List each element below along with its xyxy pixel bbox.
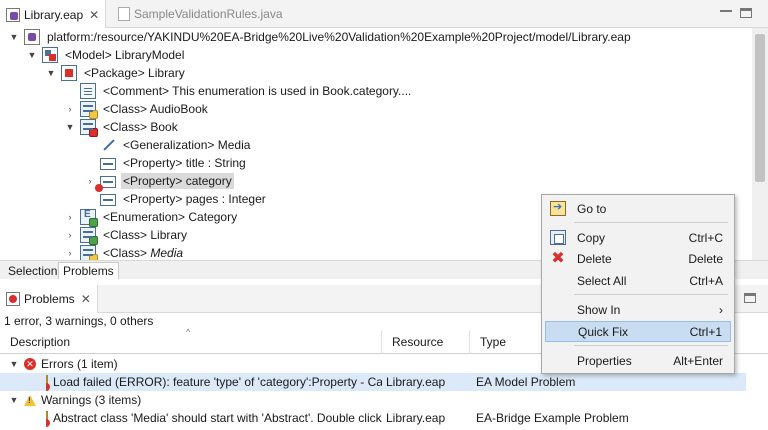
class-error-icon — [80, 119, 98, 137]
warning-icon — [24, 394, 36, 406]
generalization-icon — [100, 137, 116, 153]
chevron-down-icon[interactable]: ▼ — [8, 358, 20, 370]
class-keyword: <Class> — [103, 246, 148, 260]
class-icon — [80, 227, 98, 245]
goto-icon — [550, 200, 566, 216]
column-resource[interactable]: Resource — [382, 330, 470, 354]
editor-tab-validation-rules[interactable]: SampleValidationRules.java — [112, 0, 289, 28]
model-file-icon — [6, 7, 20, 22]
editor-tab-label: SampleValidationRules.java — [134, 7, 283, 21]
java-file-icon — [118, 7, 130, 21]
tree-item-property-title[interactable]: <Property> title : String — [100, 154, 248, 172]
resource-icon — [24, 29, 40, 45]
menu-item-copy[interactable]: Copy Ctrl+C — [545, 227, 731, 248]
class-name: Media — [150, 246, 184, 260]
comment-icon — [80, 83, 96, 99]
property-icon — [100, 194, 116, 206]
menu-separator — [574, 294, 728, 295]
tree-item-class-audiobook[interactable]: › <Class> AudioBook — [64, 100, 210, 119]
problem-marker-icon — [46, 411, 50, 427]
menu-separator — [574, 345, 728, 346]
scrollbar-thumb[interactable] — [755, 34, 765, 182]
tree-item-property-category[interactable]: › <Property> category — [84, 172, 234, 192]
menu-item-select-all[interactable]: Select All Ctrl+A — [545, 270, 731, 291]
chevron-right-icon: › — [719, 302, 723, 317]
tree-item-class-media[interactable]: › <Class> Media — [64, 244, 185, 260]
package-icon — [61, 65, 77, 81]
menu-item-goto[interactable]: Go to — [545, 198, 731, 219]
menu-item-properties[interactable]: Properties Alt+Enter — [545, 350, 731, 371]
editor-tab-bar: Library.eap ✕ SampleValidationRules.java — [0, 0, 768, 29]
tab-problems[interactable]: Problems — [58, 262, 119, 279]
sort-ascending-icon: ^ — [186, 327, 191, 337]
editor-tab-label: Library.eap — [24, 7, 84, 22]
chevron-down-icon[interactable]: ▼ — [26, 49, 38, 61]
group-warnings[interactable]: ▼ Warnings (3 items) — [0, 391, 768, 409]
property-error-icon — [95, 176, 116, 192]
maximize-icon[interactable] — [740, 8, 752, 18]
maximize-icon[interactable] — [744, 293, 756, 303]
problems-tab[interactable]: Problems ✕ — [0, 285, 98, 313]
menu-item-quick-fix[interactable]: Quick Fix Ctrl+1 — [545, 321, 731, 342]
property-icon — [100, 158, 116, 170]
table-row[interactable]: Abstract class 'Media' should start with… — [0, 409, 768, 427]
enumeration-icon — [80, 209, 98, 227]
error-icon: ✕ — [24, 358, 36, 370]
chevron-right-icon[interactable]: › — [64, 211, 76, 223]
abstract-class-icon — [80, 245, 98, 260]
close-icon[interactable]: ✕ — [81, 292, 91, 306]
tree-scrollbar[interactable] — [752, 28, 768, 260]
model-icon — [42, 47, 58, 63]
tree-item-class-book[interactable]: ▼ <Class> Book — [64, 118, 180, 137]
chevron-down-icon[interactable]: ▼ — [8, 394, 20, 406]
chevron-right-icon[interactable]: › — [64, 247, 76, 259]
menu-item-show-in[interactable]: Show In › — [545, 299, 731, 320]
chevron-down-icon[interactable]: ▼ — [64, 121, 76, 133]
problem-marker-icon — [46, 375, 50, 391]
class-icon — [80, 101, 98, 119]
chevron-right-icon[interactable]: › — [84, 175, 96, 187]
tree-item-class-library[interactable]: › <Class> Library — [64, 226, 189, 245]
tree-item-package[interactable]: ▼ <Package> Library — [45, 64, 187, 82]
tree-item-enumeration[interactable]: › <Enumeration> Category — [64, 208, 239, 227]
tab-selection[interactable]: Selection — [4, 262, 61, 279]
close-icon[interactable]: ✕ — [89, 8, 99, 22]
tree-item-resource[interactable]: ▼ platform:/resource/YAKINDU%20EA-Bridge… — [8, 28, 633, 46]
tree-item-comment[interactable]: <Comment> This enumeration is used in Bo… — [80, 82, 413, 100]
editor-tab-library[interactable]: Library.eap ✕ — [0, 0, 107, 29]
context-menu: Go to Copy Ctrl+C ✖ Delete Delete Select… — [541, 194, 735, 374]
minimize-icon[interactable] — [720, 8, 732, 12]
problems-icon — [6, 292, 20, 306]
problems-summary: 1 error, 3 warnings, 0 others — [4, 314, 154, 328]
menu-item-delete[interactable]: ✖ Delete Delete — [545, 248, 731, 269]
chevron-right-icon[interactable]: › — [64, 103, 76, 115]
tree-item-generalization[interactable]: <Generalization> Media — [100, 136, 252, 154]
menu-separator — [574, 222, 728, 223]
chevron-right-icon[interactable]: › — [64, 229, 76, 241]
copy-icon — [550, 230, 566, 245]
table-row[interactable]: Load failed (ERROR): feature 'type' of '… — [0, 373, 746, 391]
tree-item-property-pages[interactable]: <Property> pages : Integer — [100, 190, 268, 208]
chevron-down-icon[interactable]: ▼ — [8, 31, 20, 43]
tree-item-model[interactable]: ▼ <Model> LibraryModel — [26, 46, 186, 64]
chevron-down-icon[interactable]: ▼ — [45, 67, 57, 79]
delete-icon: ✖ — [551, 250, 565, 267]
column-description[interactable]: Description — [0, 330, 382, 354]
